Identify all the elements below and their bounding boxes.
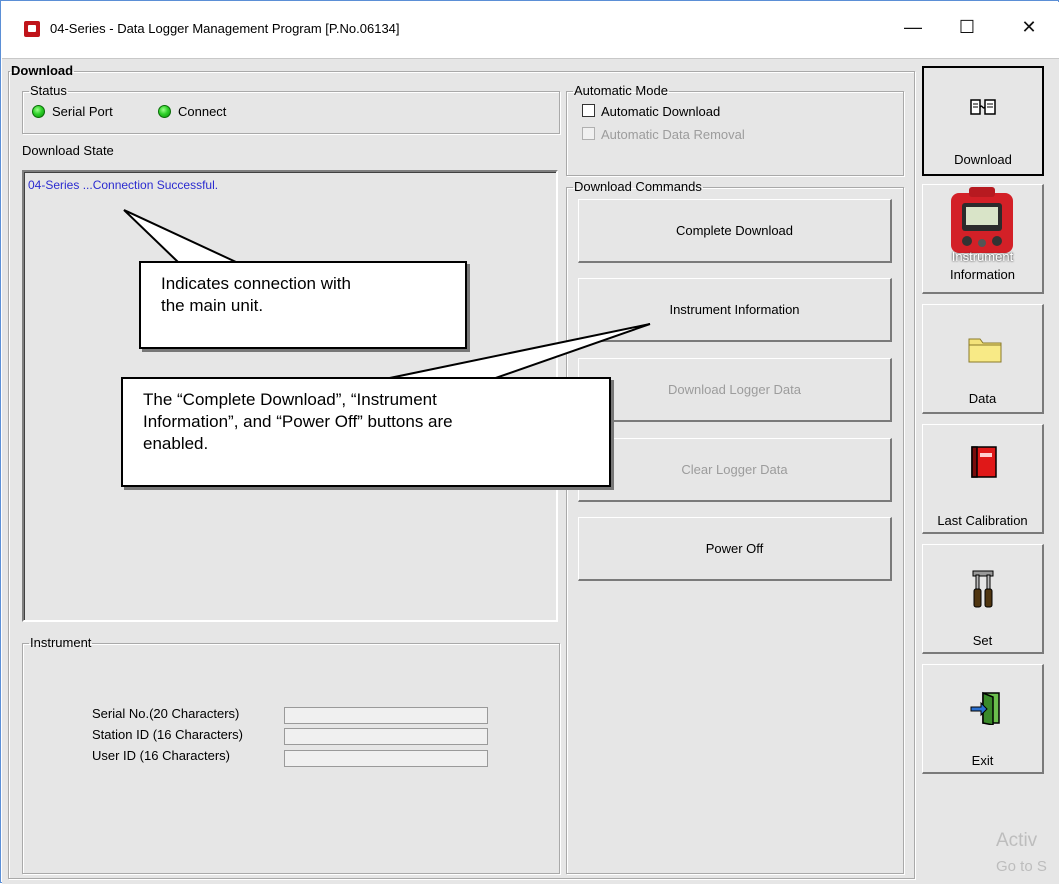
buttons-callout-line2: Information”, and “Power Off” buttons ar… <box>143 412 453 431</box>
activation-watermark-line2: Go to S <box>996 858 1047 875</box>
buttons-enabled-callout: The “Complete Download”, “Instrument Inf… <box>121 377 611 487</box>
buttons-callout-line3: enabled. <box>143 434 209 453</box>
connection-callout-line2: the main unit. <box>161 296 264 315</box>
buttons-callout-line1: The “Complete Download”, “Instrument <box>143 390 437 409</box>
activation-watermark-line1: Activ <box>996 830 1038 851</box>
connection-callout: Indicates connection with the main unit. <box>139 261 467 349</box>
connection-callout-line1: Indicates connection with <box>161 274 351 293</box>
